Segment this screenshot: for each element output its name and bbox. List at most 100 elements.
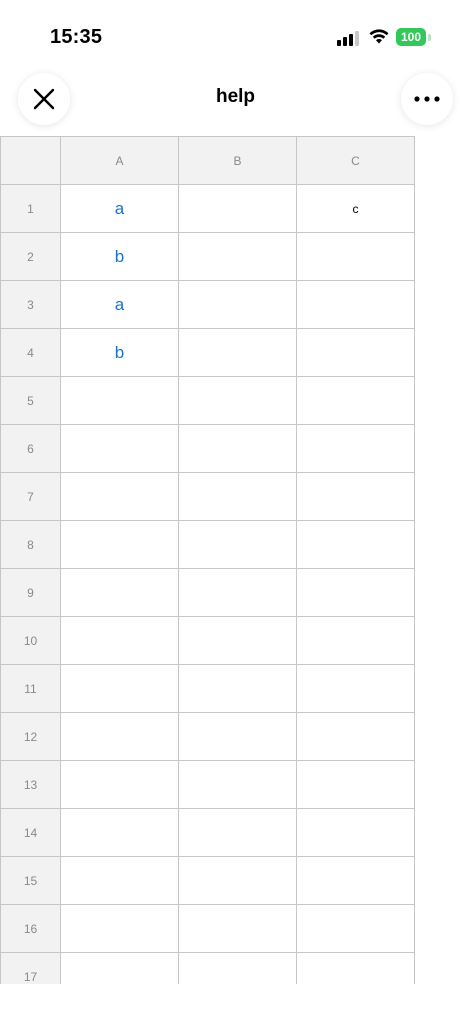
wifi-icon	[369, 29, 389, 44]
row-header[interactable]: 13	[0, 760, 61, 809]
row-header[interactable]: 5	[0, 376, 61, 425]
top-bar: help	[0, 72, 471, 128]
cell-a12[interactable]	[60, 712, 179, 761]
cell-b11[interactable]	[178, 664, 297, 713]
row-header[interactable]: 4	[0, 328, 61, 377]
cell-c8[interactable]	[296, 520, 415, 569]
cell-a16[interactable]	[60, 904, 179, 953]
row-header[interactable]: 7	[0, 472, 61, 521]
cell-b12[interactable]	[178, 712, 297, 761]
table-row: 1 a c	[0, 184, 415, 233]
cell-c14[interactable]	[296, 808, 415, 857]
cell-c16[interactable]	[296, 904, 415, 953]
cell-b5[interactable]	[178, 376, 297, 425]
cell-a13[interactable]	[60, 760, 179, 809]
cell-a9[interactable]	[60, 568, 179, 617]
cell-c9[interactable]	[296, 568, 415, 617]
row-header[interactable]: 15	[0, 856, 61, 905]
table-row: 11	[0, 664, 415, 713]
cell-b13[interactable]	[178, 760, 297, 809]
row-header[interactable]: 17	[0, 952, 61, 984]
status-time: 15:35	[50, 26, 103, 48]
cell-c1[interactable]: c	[296, 184, 415, 233]
row-header[interactable]: 2	[0, 232, 61, 281]
select-all-corner[interactable]	[0, 136, 61, 185]
cell-b7[interactable]	[178, 472, 297, 521]
cell-value: c	[352, 201, 359, 216]
cell-a3[interactable]: a	[60, 280, 179, 329]
table-row: 13	[0, 760, 415, 809]
more-options-button[interactable]	[401, 73, 453, 125]
cell-c11[interactable]	[296, 664, 415, 713]
cell-c17[interactable]	[296, 952, 415, 984]
column-header-a[interactable]: A	[60, 136, 179, 185]
table-row: 14	[0, 808, 415, 857]
cell-a15[interactable]	[60, 856, 179, 905]
cell-a10[interactable]	[60, 616, 179, 665]
cell-b1[interactable]	[178, 184, 297, 233]
cell-a7[interactable]	[60, 472, 179, 521]
table-row: 7	[0, 472, 415, 521]
cell-c7[interactable]	[296, 472, 415, 521]
cell-a11[interactable]	[60, 664, 179, 713]
row-header[interactable]: 16	[0, 904, 61, 953]
cell-a5[interactable]	[60, 376, 179, 425]
cell-c15[interactable]	[296, 856, 415, 905]
cell-b17[interactable]	[178, 952, 297, 984]
row-header[interactable]: 9	[0, 568, 61, 617]
cell-a4[interactable]: b	[60, 328, 179, 377]
cell-value: b	[114, 246, 125, 266]
cell-b14[interactable]	[178, 808, 297, 857]
spreadsheet-grid: A B C 1 a c 2 b 3 a 4 b 5 6 7 8 9 10 11 12 13 14 15 16 17	[0, 136, 416, 984]
table-row: 12	[0, 712, 415, 761]
cell-a6[interactable]	[60, 424, 179, 473]
row-header[interactable]: 11	[0, 664, 61, 713]
sheet-table: A B C 1 a c 2 b 3 a 4 b 5 6 7 8 9 10 11 12 13 14 15 16 17	[0, 136, 415, 984]
cell-c5[interactable]	[296, 376, 415, 425]
bottom-safe-area	[0, 984, 471, 1024]
cell-a1[interactable]: a	[60, 184, 179, 233]
cellular-signal-icon	[337, 30, 361, 46]
cell-c10[interactable]	[296, 616, 415, 665]
cell-c13[interactable]	[296, 760, 415, 809]
cell-a17[interactable]	[60, 952, 179, 984]
cell-b4[interactable]	[178, 328, 297, 377]
cell-a14[interactable]	[60, 808, 179, 857]
row-header[interactable]: 10	[0, 616, 61, 665]
table-row: 8	[0, 520, 415, 569]
cell-b16[interactable]	[178, 904, 297, 953]
cell-c4[interactable]	[296, 328, 415, 377]
table-row: 2b	[0, 232, 415, 281]
cell-b3[interactable]	[178, 280, 297, 329]
row-header[interactable]: 12	[0, 712, 61, 761]
cell-c6[interactable]	[296, 424, 415, 473]
status-bar: 15:35 100	[0, 0, 471, 72]
more-horizontal-icon	[414, 96, 440, 102]
cell-b2[interactable]	[178, 232, 297, 281]
cell-b8[interactable]	[178, 520, 297, 569]
cell-c2[interactable]	[296, 232, 415, 281]
cell-b10[interactable]	[178, 616, 297, 665]
cell-b9[interactable]	[178, 568, 297, 617]
row-header[interactable]: 6	[0, 424, 61, 473]
cell-value: b	[114, 342, 125, 362]
table-row: 3a	[0, 280, 415, 329]
cell-a2[interactable]: b	[60, 232, 179, 281]
cell-value: a	[114, 294, 125, 314]
row-header[interactable]: 14	[0, 808, 61, 857]
cell-a8[interactable]	[60, 520, 179, 569]
table-row: 9	[0, 568, 415, 617]
cell-b6[interactable]	[178, 424, 297, 473]
row-header[interactable]: 8	[0, 520, 61, 569]
row-header[interactable]: 1	[0, 184, 61, 233]
cell-b15[interactable]	[178, 856, 297, 905]
table-row: 17	[0, 952, 415, 984]
cell-c12[interactable]	[296, 712, 415, 761]
table-row: 10	[0, 616, 415, 665]
row-header[interactable]: 3	[0, 280, 61, 329]
column-header-row: A B C	[0, 136, 415, 185]
column-header-b[interactable]: B	[178, 136, 297, 185]
table-row: 4b	[0, 328, 415, 377]
column-header-c[interactable]: C	[296, 136, 415, 185]
cell-c3[interactable]	[296, 280, 415, 329]
